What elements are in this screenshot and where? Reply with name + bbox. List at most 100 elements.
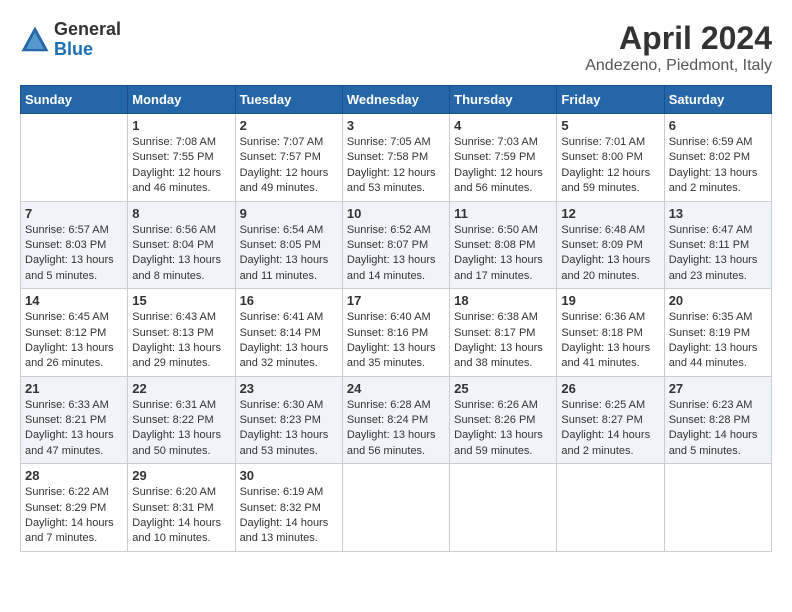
calendar-cell: 19Sunrise: 6:36 AM Sunset: 8:18 PM Dayli… [557, 289, 664, 377]
day-number: 22 [132, 381, 230, 396]
day-info: Sunrise: 7:05 AM Sunset: 7:58 PM Dayligh… [347, 135, 445, 197]
calendar-cell: 24 Sunrise: 6:28 AM Sunset: 8:24 PM Dayli… [342, 376, 449, 464]
calendar-cell: 7Sunrise: 6:57 AM Sunset: 8:03 PM Daylig… [21, 201, 128, 289]
calendar-cell: 15 Sunrise: 6:43 AM Sunset: 8:13 PM Dayli… [128, 289, 235, 377]
calendar-cell: 27Sunrise: 6:23 AM Sunset: 8:28 PM Dayli… [664, 376, 771, 464]
day-number: 29 [132, 468, 230, 483]
calendar-cell: 17 Sunrise: 6:40 AM Sunset: 8:16 PM Dayli… [342, 289, 449, 377]
calendar-header-row: SundayMondayTuesdayWednesdayThursdayFrid… [21, 86, 772, 114]
day-number: 4 [454, 118, 552, 133]
calendar-cell: 18 Sunrise: 6:38 AM Sunset: 8:17 PM Dayli… [450, 289, 557, 377]
day-info: Sunrise: 6:47 AM Sunset: 8:11 PM Dayligh… [669, 223, 767, 285]
page-header: General Blue April 2024 Andezeno, Piedmo… [20, 20, 772, 75]
day-number: 6 [669, 118, 767, 133]
day-info: Sunrise: 6:43 AM Sunset: 8:13 PM Dayligh… [132, 310, 230, 372]
day-number: 12 [561, 206, 659, 221]
day-info: Sunrise: 6:56 AM Sunset: 8:04 PM Dayligh… [132, 223, 230, 285]
calendar-cell: 16Sunrise: 6:41 AM Sunset: 8:14 PM Dayli… [235, 289, 342, 377]
calendar-week-3: 14 Sunrise: 6:45 AM Sunset: 8:12 PM Dayli… [21, 289, 772, 377]
day-number: 14 [25, 293, 123, 308]
day-number: 15 [132, 293, 230, 308]
day-number: 1 [132, 118, 230, 133]
day-number: 3 [347, 118, 445, 133]
day-info: Sunrise: 6:50 AM Sunset: 8:08 PM Dayligh… [454, 223, 552, 285]
header-friday: Friday [557, 86, 664, 114]
day-number: 25 [454, 381, 552, 396]
calendar-cell [342, 464, 449, 552]
calendar-cell: 29 Sunrise: 6:20 AM Sunset: 8:31 PM Dayli… [128, 464, 235, 552]
month-title: April 2024 [585, 20, 772, 57]
calendar-cell: 22 Sunrise: 6:31 AM Sunset: 8:22 PM Dayli… [128, 376, 235, 464]
calendar-cell: 20Sunrise: 6:35 AM Sunset: 8:19 PM Dayli… [664, 289, 771, 377]
logo-blue-text: Blue [54, 40, 121, 60]
day-info: Sunrise: 7:07 AM Sunset: 7:57 PM Dayligh… [240, 135, 338, 197]
calendar-cell: 26 Sunrise: 6:25 AM Sunset: 8:27 PM Dayli… [557, 376, 664, 464]
day-info: Sunrise: 6:28 AM Sunset: 8:24 PM Dayligh… [347, 398, 445, 460]
calendar-cell: 8Sunrise: 6:56 AM Sunset: 8:04 PM Daylig… [128, 201, 235, 289]
calendar-cell [664, 464, 771, 552]
day-number: 5 [561, 118, 659, 133]
day-info: Sunrise: 7:08 AM Sunset: 7:55 PM Dayligh… [132, 135, 230, 197]
calendar-week-2: 7Sunrise: 6:57 AM Sunset: 8:03 PM Daylig… [21, 201, 772, 289]
day-info: Sunrise: 6:59 AM Sunset: 8:02 PM Dayligh… [669, 135, 767, 197]
calendar-cell: 12 Sunrise: 6:48 AM Sunset: 8:09 PM Dayli… [557, 201, 664, 289]
day-info: Sunrise: 6:31 AM Sunset: 8:22 PM Dayligh… [132, 398, 230, 460]
day-number: 27 [669, 381, 767, 396]
day-number: 23 [240, 381, 338, 396]
day-info: Sunrise: 6:20 AM Sunset: 8:31 PM Dayligh… [132, 485, 230, 547]
day-info: Sunrise: 6:35 AM Sunset: 8:19 PM Dayligh… [669, 310, 767, 372]
calendar-cell: 1 Sunrise: 7:08 AM Sunset: 7:55 PM Daylig… [128, 114, 235, 202]
day-number: 26 [561, 381, 659, 396]
logo-icon [20, 25, 50, 55]
header-sunday: Sunday [21, 86, 128, 114]
header-thursday: Thursday [450, 86, 557, 114]
day-number: 9 [240, 206, 338, 221]
calendar-cell [450, 464, 557, 552]
day-info: Sunrise: 6:40 AM Sunset: 8:16 PM Dayligh… [347, 310, 445, 372]
day-info: Sunrise: 6:54 AM Sunset: 8:05 PM Dayligh… [240, 223, 338, 285]
calendar-cell: 21 Sunrise: 6:33 AM Sunset: 8:21 PM Dayli… [21, 376, 128, 464]
day-info: Sunrise: 6:57 AM Sunset: 8:03 PM Dayligh… [25, 223, 123, 285]
day-info: Sunrise: 6:30 AM Sunset: 8:23 PM Dayligh… [240, 398, 338, 460]
header-tuesday: Tuesday [235, 86, 342, 114]
day-info: Sunrise: 6:48 AM Sunset: 8:09 PM Dayligh… [561, 223, 659, 285]
day-number: 18 [454, 293, 552, 308]
day-number: 28 [25, 468, 123, 483]
day-number: 17 [347, 293, 445, 308]
day-number: 10 [347, 206, 445, 221]
calendar-cell: 10 Sunrise: 6:52 AM Sunset: 8:07 PM Dayli… [342, 201, 449, 289]
title-area: April 2024 Andezeno, Piedmont, Italy [585, 20, 772, 75]
location-title: Andezeno, Piedmont, Italy [585, 57, 772, 75]
day-number: 30 [240, 468, 338, 483]
calendar-cell: 30Sunrise: 6:19 AM Sunset: 8:32 PM Dayli… [235, 464, 342, 552]
day-info: Sunrise: 6:41 AM Sunset: 8:14 PM Dayligh… [240, 310, 338, 372]
day-info: Sunrise: 6:26 AM Sunset: 8:26 PM Dayligh… [454, 398, 552, 460]
day-info: Sunrise: 6:33 AM Sunset: 8:21 PM Dayligh… [25, 398, 123, 460]
day-number: 21 [25, 381, 123, 396]
calendar-cell [557, 464, 664, 552]
calendar-cell: 13Sunrise: 6:47 AM Sunset: 8:11 PM Dayli… [664, 201, 771, 289]
day-info: Sunrise: 6:52 AM Sunset: 8:07 PM Dayligh… [347, 223, 445, 285]
calendar-cell: 14 Sunrise: 6:45 AM Sunset: 8:12 PM Dayli… [21, 289, 128, 377]
day-info: Sunrise: 6:38 AM Sunset: 8:17 PM Dayligh… [454, 310, 552, 372]
calendar-cell: 28Sunrise: 6:22 AM Sunset: 8:29 PM Dayli… [21, 464, 128, 552]
calendar-cell: 6 Sunrise: 6:59 AM Sunset: 8:02 PM Daylig… [664, 114, 771, 202]
calendar-week-5: 28Sunrise: 6:22 AM Sunset: 8:29 PM Dayli… [21, 464, 772, 552]
day-info: Sunrise: 6:25 AM Sunset: 8:27 PM Dayligh… [561, 398, 659, 460]
calendar-week-4: 21 Sunrise: 6:33 AM Sunset: 8:21 PM Dayli… [21, 376, 772, 464]
calendar-table: SundayMondayTuesdayWednesdayThursdayFrid… [20, 85, 772, 552]
calendar-cell: 23 Sunrise: 6:30 AM Sunset: 8:23 PM Dayli… [235, 376, 342, 464]
calendar-week-1: 1 Sunrise: 7:08 AM Sunset: 7:55 PM Daylig… [21, 114, 772, 202]
header-wednesday: Wednesday [342, 86, 449, 114]
day-number: 24 [347, 381, 445, 396]
day-info: Sunrise: 6:45 AM Sunset: 8:12 PM Dayligh… [25, 310, 123, 372]
day-info: Sunrise: 6:36 AM Sunset: 8:18 PM Dayligh… [561, 310, 659, 372]
day-number: 2 [240, 118, 338, 133]
day-info: Sunrise: 7:01 AM Sunset: 8:00 PM Dayligh… [561, 135, 659, 197]
calendar-cell: 4 Sunrise: 7:03 AM Sunset: 7:59 PM Daylig… [450, 114, 557, 202]
logo: General Blue [20, 20, 121, 60]
calendar-cell [21, 114, 128, 202]
calendar-cell: 3 Sunrise: 7:05 AM Sunset: 7:58 PM Daylig… [342, 114, 449, 202]
day-info: Sunrise: 7:03 AM Sunset: 7:59 PM Dayligh… [454, 135, 552, 197]
calendar-cell: 11Sunrise: 6:50 AM Sunset: 8:08 PM Dayli… [450, 201, 557, 289]
